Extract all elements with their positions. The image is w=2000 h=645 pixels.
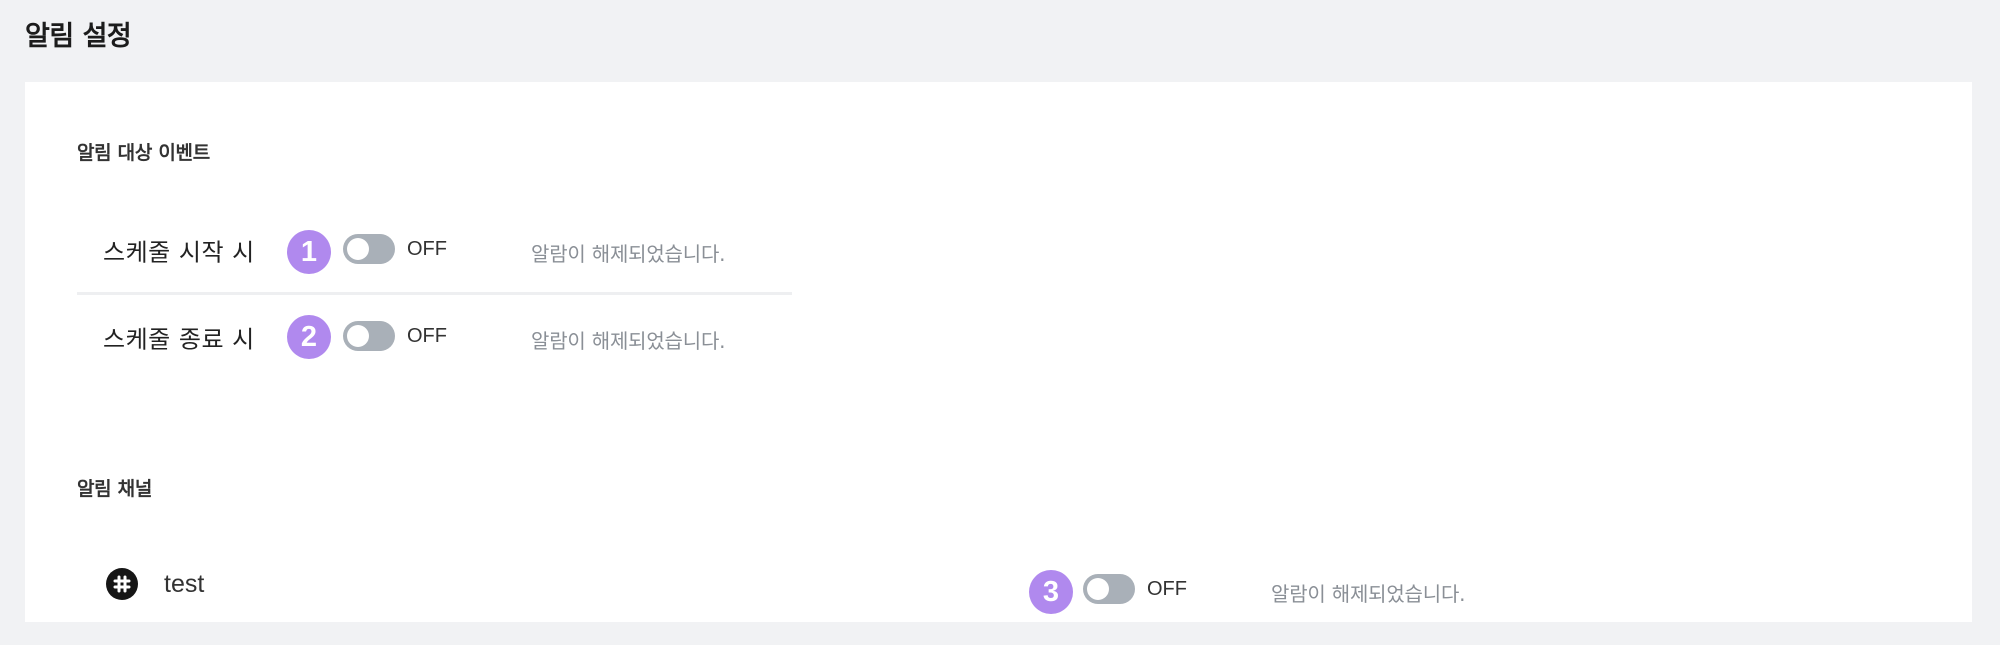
- page-title: 알림 설정: [25, 21, 132, 52]
- toggle-state-label: OFF: [1147, 578, 1187, 600]
- step-badge: 2: [287, 315, 331, 359]
- settings-panel: 알림 대상 이벤트 스케줄 시작 시 1 OFF 알람이 해제되었습니다. 스케…: [25, 82, 1972, 622]
- slack-icon: [106, 568, 138, 600]
- event-label: 스케줄 시작 시: [103, 238, 255, 267]
- toggle-knob: [347, 325, 369, 347]
- step-badge: 3: [1029, 570, 1073, 614]
- events-section-title: 알림 대상 이벤트: [77, 142, 210, 164]
- event-end-toggle[interactable]: [343, 321, 395, 351]
- toggle-knob: [1087, 578, 1109, 600]
- toggle-state-label: OFF: [407, 325, 447, 347]
- status-text: 알람이 해제되었습니다.: [1271, 582, 1466, 606]
- toggle-state-label: OFF: [407, 238, 447, 260]
- event-label: 스케줄 종료 시: [103, 325, 255, 354]
- event-row-schedule-start: 스케줄 시작 시 1 OFF 알람이 해제되었습니다.: [77, 208, 792, 295]
- status-text: 알람이 해제되었습니다.: [531, 329, 726, 353]
- status-text: 알람이 해제되었습니다.: [531, 242, 726, 266]
- event-start-toggle[interactable]: [343, 234, 395, 264]
- step-badge: 1: [287, 230, 331, 274]
- channels-section-title: 알림 채널: [77, 478, 153, 500]
- channel-name: test: [164, 570, 205, 598]
- event-row-schedule-end: 스케줄 종료 시 2 OFF 알람이 해제되었습니다.: [77, 295, 792, 379]
- toggle-knob: [347, 238, 369, 260]
- channel-test-toggle[interactable]: [1083, 574, 1135, 604]
- channel-row-test: test 3 OFF 알람이 해제되었습니다.: [25, 552, 1972, 622]
